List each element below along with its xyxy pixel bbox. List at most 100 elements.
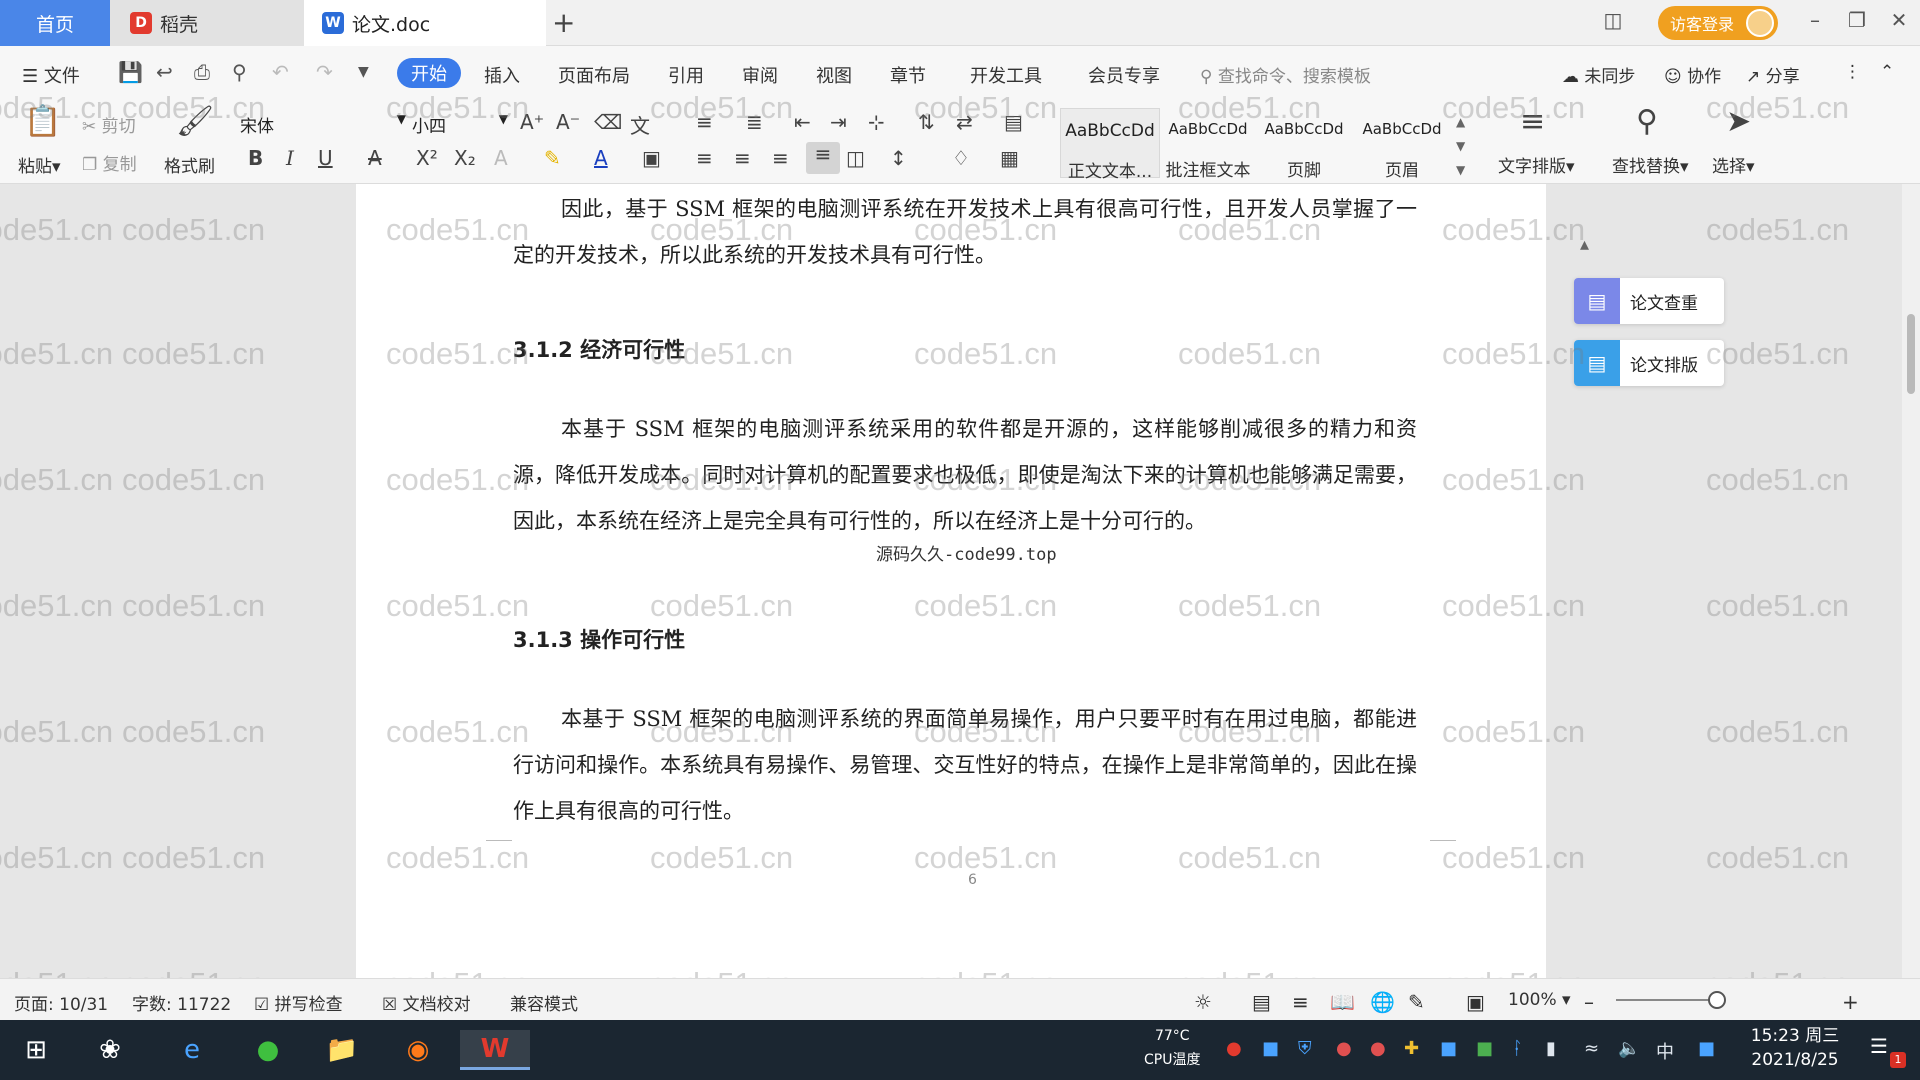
menu-page-layout[interactable]: 页面布局 xyxy=(558,62,630,88)
collapse-ribbon-icon[interactable]: ⌃ xyxy=(1880,62,1894,82)
find-replace-icon[interactable]: ⚲ xyxy=(1636,104,1658,139)
fan-app-icon[interactable]: ❀ xyxy=(88,1030,132,1070)
highlight-icon[interactable]: ✎ xyxy=(544,146,561,170)
close-icon[interactable]: ✕ xyxy=(1884,8,1914,32)
app-orange-icon[interactable]: ◉ xyxy=(396,1030,440,1070)
panel-collapse-icon[interactable]: ▴ xyxy=(1580,234,1589,255)
tray-app-icon[interactable]: ● xyxy=(1226,1038,1242,1059)
shading-icon[interactable]: ♢ xyxy=(952,146,970,170)
tray-game2-icon[interactable]: ● xyxy=(1370,1038,1386,1059)
clear-format-icon[interactable]: ⌫ xyxy=(594,110,622,134)
vertical-scrollbar[interactable] xyxy=(1902,184,1920,978)
shrink-font-icon[interactable]: A⁻ xyxy=(556,110,580,134)
outline-view-icon[interactable]: ≡ xyxy=(1292,990,1309,1014)
text-effect-icon[interactable]: A xyxy=(494,146,508,170)
superscript-icon[interactable]: X² xyxy=(416,146,438,170)
tab-document[interactable]: W 论文.doc xyxy=(304,0,546,46)
bullet-list-icon[interactable]: ≡ xyxy=(696,110,713,134)
minimize-icon[interactable]: – xyxy=(1800,8,1830,32)
text-layout-icon[interactable]: ≡ xyxy=(1520,104,1545,139)
save-icon[interactable]: 💾 xyxy=(118,60,143,84)
undo-icon[interactable]: ↶ xyxy=(272,60,289,84)
font-size-select[interactable]: 小四 ▼ xyxy=(412,112,512,138)
web-view-icon[interactable]: 🌐 xyxy=(1370,990,1395,1014)
align-right-icon[interactable]: ≡ xyxy=(772,146,789,170)
tray-network-app-icon[interactable]: ■ xyxy=(1262,1038,1279,1059)
strikethrough-icon[interactable]: A xyxy=(368,146,382,170)
tab-home[interactable]: 首页 xyxy=(0,0,110,46)
page-count[interactable]: 页面: 10/31 xyxy=(14,990,108,1015)
menu-view[interactable]: 视图 xyxy=(816,62,852,88)
underline-icon[interactable]: U xyxy=(318,146,333,170)
proofread-button[interactable]: ☒ 文档校对 xyxy=(382,990,471,1015)
paper-check-button[interactable]: ▤ 论文查重 xyxy=(1574,278,1724,324)
restore-icon[interactable]: ❐ xyxy=(1842,8,1872,32)
sort-icon[interactable]: ⇅ xyxy=(918,110,935,134)
decrease-indent-icon[interactable]: ⇤ xyxy=(794,110,811,134)
distribute-icon[interactable]: ◫ xyxy=(846,146,865,170)
wifi-icon[interactable]: ≈ xyxy=(1584,1038,1599,1059)
write-view-icon[interactable]: ✎ xyxy=(1408,990,1425,1014)
file-explorer-icon[interactable]: 📁 xyxy=(320,1030,364,1070)
paper-format-button[interactable]: ▤ 论文排版 xyxy=(1574,340,1724,386)
ime-indicator[interactable]: 中 xyxy=(1656,1038,1674,1064)
style-scroll-icon[interactable]: ▲ ▼ ▼ xyxy=(1456,110,1465,182)
menu-insert[interactable]: 插入 xyxy=(484,62,520,88)
menu-references[interactable]: 引用 xyxy=(668,62,704,88)
paste-icon[interactable]: 📋 xyxy=(24,104,61,139)
numbered-list-icon[interactable]: ≣ xyxy=(746,110,763,134)
print-preview-icon[interactable]: ⚲ xyxy=(232,60,247,84)
zoom-slider-track[interactable] xyxy=(1616,999,1716,1001)
zoom-level[interactable]: 100% ▾ xyxy=(1508,990,1571,1010)
align-left-icon[interactable]: ≡ xyxy=(696,146,713,170)
tray-blue-icon[interactable]: ■ xyxy=(1440,1038,1457,1059)
command-search[interactable]: ⚲ 查找命令、搜索模板 xyxy=(1200,62,1371,87)
word-count[interactable]: 字数: 11722 xyxy=(132,990,231,1015)
copy-button[interactable]: ❐ 复制 xyxy=(82,150,137,175)
browser-360-icon[interactable]: ● xyxy=(246,1030,290,1070)
bluetooth-icon[interactable]: ᛛ xyxy=(1512,1038,1523,1059)
zoom-in-icon[interactable]: + xyxy=(1842,990,1859,1014)
menu-developer[interactable]: 开发工具 xyxy=(970,62,1042,88)
tab-stop-icon[interactable]: ▤ xyxy=(1004,110,1023,134)
find-replace-button[interactable]: 查找替换▾ xyxy=(1612,152,1689,177)
tray-nvidia-icon[interactable]: ■ xyxy=(1476,1038,1493,1059)
increase-indent-icon[interactable]: ⇥ xyxy=(830,110,847,134)
search-tray-icon[interactable]: ■ xyxy=(1698,1038,1715,1059)
volume-icon[interactable]: 🔈 xyxy=(1618,1038,1640,1059)
customize-icon[interactable]: ▼ xyxy=(358,64,369,80)
borders-icon[interactable]: ▦ xyxy=(1000,146,1019,170)
grow-font-icon[interactable]: A⁺ xyxy=(520,110,544,134)
zoom-slider-knob[interactable] xyxy=(1708,991,1726,1009)
page-view-icon[interactable]: ▤ xyxy=(1252,990,1271,1014)
line-spacing-icon[interactable]: ↕ xyxy=(890,146,907,170)
read-view-icon[interactable]: 📖 xyxy=(1330,990,1355,1014)
text-layout-button[interactable]: 文字排版▾ xyxy=(1498,152,1575,177)
tab-daoke[interactable]: D 稻壳 xyxy=(110,0,304,46)
battery-icon[interactable]: ▮ xyxy=(1546,1038,1556,1059)
wps-writer-icon[interactable]: W xyxy=(460,1030,530,1070)
fit-window-icon[interactable]: ▣ xyxy=(1466,990,1485,1014)
ie-browser-icon[interactable]: e xyxy=(170,1030,214,1070)
tray-game-icon[interactable]: ● xyxy=(1336,1038,1352,1059)
style-normal[interactable]: AaBbCcDd 正文文本... xyxy=(1060,108,1160,182)
shield-icon[interactable]: ⛨ xyxy=(1298,1038,1312,1059)
document-page[interactable]: 因此，基于 SSM 框架的电脑测评系统在开发技术上具有很高可行性，且开发人员掌握… xyxy=(356,184,1546,978)
add-tab-button[interactable]: + xyxy=(552,6,575,39)
more-icon[interactable]: ⋮ xyxy=(1844,62,1861,82)
menu-member[interactable]: 会员专享 xyxy=(1088,62,1160,88)
select-button[interactable]: 选择▾ xyxy=(1712,152,1755,177)
redo-icon[interactable]: ↷ xyxy=(316,60,333,84)
scrollbar-thumb[interactable] xyxy=(1907,314,1915,394)
justify-icon[interactable]: ≡ xyxy=(806,142,840,174)
spell-check-button[interactable]: ☑ 拼写检查 xyxy=(254,990,343,1015)
style-comment-box[interactable]: AaBbCcDd 批注框文本 xyxy=(1158,108,1258,181)
font-name-select[interactable]: 宋体 ▼ xyxy=(240,112,410,138)
style-footer[interactable]: AaBbCcDd 页脚 xyxy=(1254,108,1354,181)
share-button[interactable]: ↗ 分享 xyxy=(1746,62,1800,87)
cpu-temp-widget[interactable]: 77°C CPU温度 xyxy=(1144,1024,1200,1072)
menu-review[interactable]: 审阅 xyxy=(742,62,778,88)
italic-icon[interactable]: I xyxy=(286,146,294,170)
menu-home[interactable]: 开始 xyxy=(397,58,461,88)
font-color-icon[interactable]: A xyxy=(594,146,608,170)
